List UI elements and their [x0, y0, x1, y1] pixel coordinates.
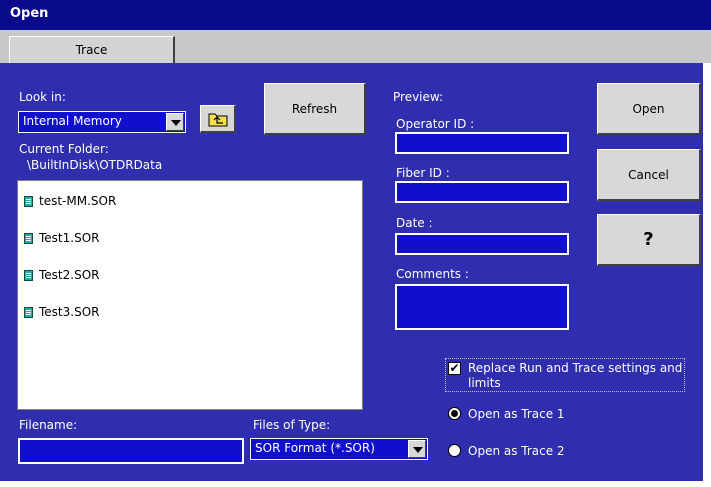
open-as-trace1-option[interactable]: Open as Trace 1: [446, 405, 586, 423]
file-item[interactable]: Test2.SOR: [24, 268, 99, 282]
fiber-id-label: Fiber ID :: [396, 166, 450, 180]
open-as-trace2-option[interactable]: Open as Trace 2: [446, 442, 586, 460]
file-name: Test2.SOR: [39, 268, 100, 282]
replace-settings-checkbox[interactable]: ✔: [448, 362, 461, 375]
file-name: Test3.SOR: [39, 305, 100, 319]
file-item[interactable]: Test1.SOR: [24, 231, 99, 245]
file-item[interactable]: test-MM.SOR: [24, 194, 116, 208]
date-field: [395, 233, 569, 255]
comments-label: Comments :: [396, 267, 469, 281]
open-as-trace2-label: Open as Trace 2: [468, 444, 565, 458]
cancel-button[interactable]: Cancel: [597, 149, 701, 201]
sor-file-icon: [24, 270, 33, 281]
help-button[interactable]: ?: [597, 214, 701, 266]
sor-file-icon: [24, 307, 33, 318]
comments-field: [395, 284, 569, 330]
current-folder-path: \BuiltInDisk\OTDRData: [27, 158, 163, 172]
folder-up-icon: [208, 113, 228, 127]
file-list[interactable]: test-MM.SOR Test1.SOR Test2.SOR Test3.SO…: [17, 180, 363, 410]
file-name: test-MM.SOR: [39, 194, 117, 208]
preview-label: Preview:: [393, 90, 444, 104]
filename-label: Filename:: [19, 418, 78, 432]
sor-file-icon: [24, 196, 33, 207]
look-in-label: Look in:: [19, 90, 66, 104]
operator-id-label: Operator ID :: [396, 117, 475, 131]
window-title: Open: [10, 6, 49, 21]
chevron-down-icon[interactable]: [408, 440, 426, 458]
operator-id-field: [395, 132, 569, 154]
replace-settings-label: Replace Run and Trace settings and limit…: [468, 361, 683, 390]
open-as-trace1-radio[interactable]: [448, 407, 461, 420]
chevron-down-icon[interactable]: [166, 113, 184, 131]
replace-settings-option[interactable]: ✔ Replace Run and Trace settings and lim…: [445, 358, 685, 392]
fiber-id-field: [395, 181, 569, 203]
date-label: Date :: [396, 216, 433, 230]
look-in-dropdown[interactable]: Internal Memory: [18, 111, 186, 133]
filename-input[interactable]: [18, 438, 244, 464]
current-folder-label: Current Folder:: [19, 142, 109, 156]
sor-file-icon: [24, 233, 33, 244]
open-as-trace1-label: Open as Trace 1: [468, 407, 565, 421]
refresh-button[interactable]: Refresh: [264, 83, 366, 135]
file-item[interactable]: Test3.SOR: [24, 305, 99, 319]
file-type-label: Files of Type:: [253, 418, 331, 432]
tab-trace-label: Trace: [75, 43, 108, 57]
file-type-value: SOR Format (*.SOR): [255, 441, 375, 455]
open-button[interactable]: Open: [597, 83, 701, 135]
file-type-dropdown[interactable]: SOR Format (*.SOR): [250, 438, 428, 460]
up-folder-button[interactable]: [200, 105, 236, 133]
look-in-value: Internal Memory: [23, 114, 122, 128]
title-bar: Open: [0, 0, 711, 30]
tab-trace[interactable]: Trace: [9, 36, 175, 64]
open-as-trace2-radio[interactable]: [448, 444, 461, 457]
file-name: Test1.SOR: [39, 231, 100, 245]
